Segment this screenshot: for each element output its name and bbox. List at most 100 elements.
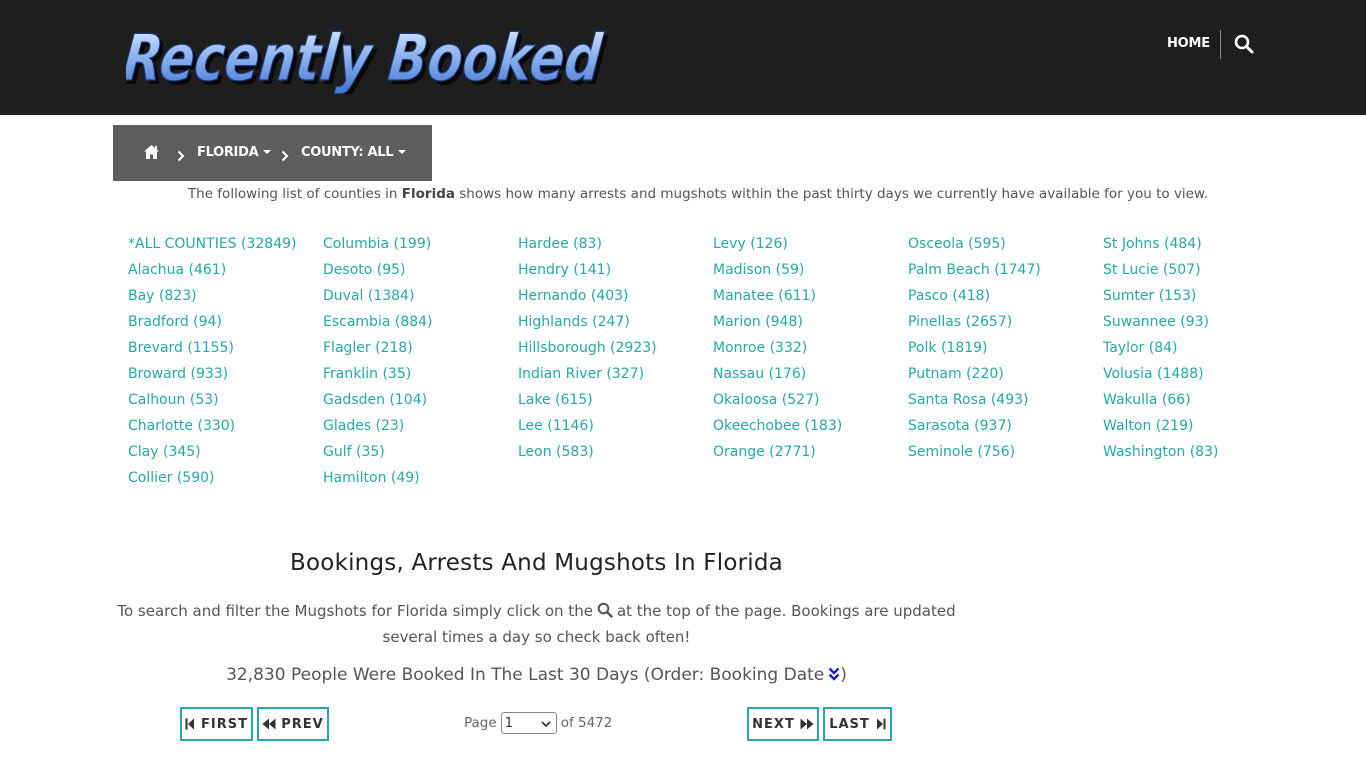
svg-text:Recently Booked: Recently Booked	[126, 21, 606, 94]
first-page-button[interactable]: FIRST	[180, 707, 253, 741]
county-link[interactable]: Hendry (141)	[518, 262, 611, 278]
intro-text: The following list of counties in Florid…	[0, 186, 1366, 202]
caret-down-icon	[398, 149, 407, 154]
site-header: Recently Booked Recently Booked HOME	[0, 0, 1366, 115]
county-link[interactable]: Hardee (83)	[518, 236, 602, 252]
county-link[interactable]: St Lucie (507)	[1103, 262, 1201, 278]
double-chevron-down-icon[interactable]	[828, 666, 840, 681]
county-link[interactable]: Charlotte (330)	[128, 418, 235, 434]
county-link[interactable]: Bay (823)	[128, 288, 197, 304]
first-page-icon	[185, 718, 195, 730]
county-link[interactable]: Highlands (247)	[518, 314, 630, 330]
fast-forward-icon	[800, 718, 814, 730]
county-link[interactable]: Madison (59)	[713, 262, 804, 278]
intro-before: The following list of counties in	[187, 186, 402, 202]
county-link[interactable]: Walton (219)	[1103, 418, 1193, 434]
county-link[interactable]: Volusia (1488)	[1103, 366, 1204, 382]
county-link[interactable]: Levy (126)	[713, 236, 788, 252]
county-link[interactable]: St Johns (484)	[1103, 236, 1202, 252]
county-link[interactable]: Lee (1146)	[518, 418, 594, 434]
search-icon[interactable]	[1234, 34, 1256, 56]
county-link[interactable]: Hillsborough (2923)	[518, 340, 657, 356]
county-link[interactable]: Sarasota (937)	[908, 418, 1012, 434]
site-logo[interactable]: Recently Booked Recently Booked	[126, 14, 626, 94]
county-link[interactable]: Hernando (403)	[518, 288, 629, 304]
county-link[interactable]: Putnam (220)	[908, 366, 1004, 382]
intro-after: shows how many arrests and mugshots with…	[454, 186, 1209, 202]
county-link[interactable]: Gadsden (104)	[323, 392, 427, 408]
county-link[interactable]: Palm Beach (1747)	[908, 262, 1041, 278]
county-link[interactable]: Osceola (595)	[908, 236, 1006, 252]
county-link[interactable]: Orange (2771)	[713, 444, 816, 460]
first-label: FIRST	[201, 716, 248, 732]
county-link[interactable]: Collier (590)	[128, 470, 214, 486]
county-link[interactable]: Hamilton (49)	[323, 470, 420, 486]
county-link[interactable]: Sumter (153)	[1103, 288, 1196, 304]
county-link[interactable]: Pasco (418)	[908, 288, 990, 304]
chevron-right-icon	[177, 147, 185, 162]
prev-page-button[interactable]: PREV	[257, 707, 329, 741]
breadcrumb-state-dropdown[interactable]: FLORIDA	[197, 145, 272, 160]
breadcrumb-state-label: FLORIDA	[197, 145, 259, 160]
next-label: NEXT	[752, 716, 795, 732]
chevron-right-icon	[281, 147, 289, 162]
county-link[interactable]: Washington (83)	[1103, 444, 1218, 460]
breadcrumb-county-label: COUNTY: ALL	[301, 145, 394, 160]
nav-divider	[1220, 30, 1221, 59]
search-icon	[597, 600, 613, 618]
county-link[interactable]: Gulf (35)	[323, 444, 385, 460]
county-link[interactable]: Bradford (94)	[128, 314, 222, 330]
last-page-icon	[876, 718, 886, 730]
booking-count-close: )	[840, 665, 847, 685]
page-select[interactable]: 1	[500, 712, 557, 734]
county-link[interactable]: Manatee (611)	[713, 288, 816, 304]
county-link[interactable]: Wakulla (66)	[1103, 392, 1191, 408]
booking-count-text: 32,830 People Were Booked In The Last 30…	[226, 665, 825, 685]
county-link[interactable]: Broward (933)	[128, 366, 228, 382]
section-description: To search and filter the Mugshots for Fl…	[113, 598, 960, 650]
home-icon[interactable]	[143, 144, 161, 161]
chevron-down-icon	[541, 721, 551, 728]
county-link[interactable]: Calhoun (53)	[128, 392, 219, 408]
next-page-button[interactable]: NEXT	[747, 707, 819, 741]
county-link[interactable]: Brevard (1155)	[128, 340, 234, 356]
prev-label: PREV	[281, 716, 324, 732]
breadcrumb-county-dropdown[interactable]: COUNTY: ALL	[301, 145, 407, 160]
county-link[interactable]: Glades (23)	[323, 418, 404, 434]
caret-down-icon	[263, 149, 272, 154]
county-link[interactable]: Santa Rosa (493)	[908, 392, 1029, 408]
county-link[interactable]: Desoto (95)	[323, 262, 406, 278]
county-link[interactable]: Pinellas (2657)	[908, 314, 1012, 330]
county-link[interactable]: Seminole (756)	[908, 444, 1015, 460]
county-link[interactable]: Clay (345)	[128, 444, 201, 460]
county-link[interactable]: Monroe (332)	[713, 340, 807, 356]
booking-count: 32,830 People Were Booked In The Last 30…	[113, 665, 960, 685]
county-link[interactable]: Polk (1819)	[908, 340, 988, 356]
nav-home-link[interactable]: HOME	[1167, 36, 1210, 51]
page-total: of 5472	[560, 715, 613, 731]
county-link[interactable]: Alachua (461)	[128, 262, 226, 278]
county-link[interactable]: Leon (583)	[518, 444, 594, 460]
desc-before: To search and filter the Mugshots for Fl…	[117, 602, 593, 620]
county-link[interactable]: *ALL COUNTIES (32849)	[128, 236, 296, 252]
county-link[interactable]: Franklin (35)	[323, 366, 411, 382]
section-title: Bookings, Arrests And Mugshots In Florid…	[290, 550, 783, 576]
page-control: Page 1 of 5472	[464, 712, 612, 734]
county-link[interactable]: Okeechobee (183)	[713, 418, 842, 434]
county-link[interactable]: Indian River (327)	[518, 366, 644, 382]
county-link[interactable]: Taylor (84)	[1103, 340, 1178, 356]
county-link[interactable]: Marion (948)	[713, 314, 803, 330]
intro-state: Florida	[401, 186, 455, 202]
county-link[interactable]: Okaloosa (527)	[713, 392, 819, 408]
page-label: Page	[464, 715, 497, 731]
county-link[interactable]: Escambia (884)	[323, 314, 433, 330]
last-page-button[interactable]: LAST	[823, 707, 892, 741]
county-link[interactable]: Columbia (199)	[323, 236, 431, 252]
breadcrumb: FLORIDA COUNTY: ALL	[113, 125, 432, 181]
county-link[interactable]: Lake (615)	[518, 392, 593, 408]
county-link[interactable]: Flagler (218)	[323, 340, 413, 356]
county-link[interactable]: Nassau (176)	[713, 366, 806, 382]
page-select-value: 1	[504, 715, 513, 731]
county-link[interactable]: Duval (1384)	[323, 288, 414, 304]
county-link[interactable]: Suwannee (93)	[1103, 314, 1209, 330]
